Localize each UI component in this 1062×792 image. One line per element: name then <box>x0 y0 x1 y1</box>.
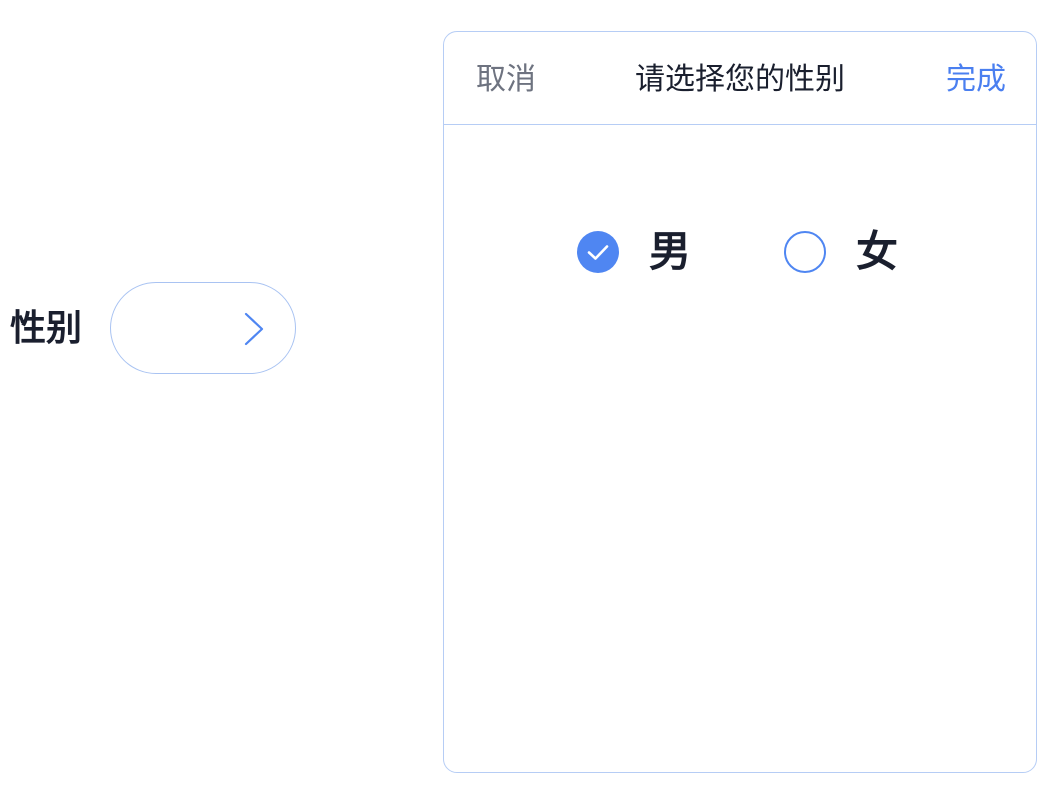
option-female[interactable]: 女 <box>784 222 898 282</box>
option-male[interactable]: 男 <box>577 222 691 282</box>
gender-select-field[interactable] <box>110 282 296 374</box>
gender-options: 男 女 <box>444 222 1036 282</box>
option-male-label: 男 <box>649 227 692 276</box>
chevron-right-icon <box>244 312 264 346</box>
radio-unchecked-icon[interactable] <box>784 231 826 273</box>
option-female-label: 女 <box>856 227 899 276</box>
gender-field-label: 性别 <box>10 308 83 349</box>
picker-header: 取消 请选择您的性别 完成 <box>444 32 1036 125</box>
radio-checked-icon[interactable] <box>577 231 619 273</box>
done-button[interactable]: 完成 <box>946 60 1006 100</box>
gender-picker-sheet: 取消 请选择您的性别 完成 男 女 <box>443 31 1037 773</box>
